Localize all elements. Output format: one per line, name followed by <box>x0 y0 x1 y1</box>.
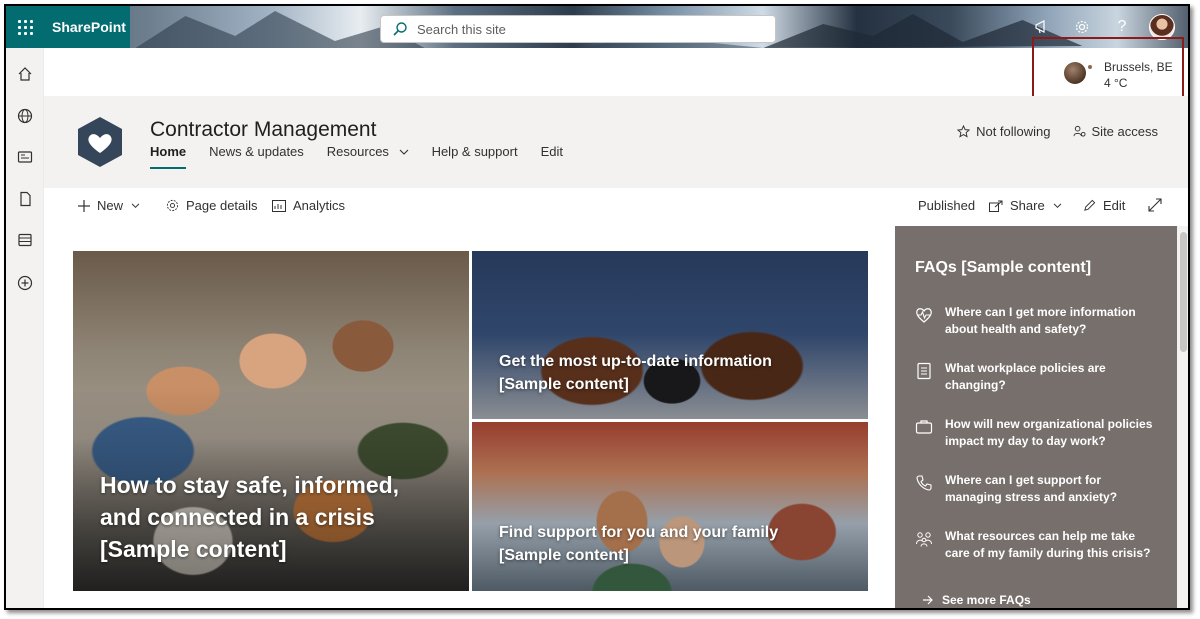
follow-button[interactable]: Not following <box>957 124 1051 139</box>
search-placeholder: Search this site <box>417 21 506 37</box>
browser-frame: SharePoint Search this site ? Brussels, … <box>4 4 1190 610</box>
hero-tile-info-title: Get the most up-to-date information [Sam… <box>499 353 772 393</box>
edit-button[interactable]: Edit <box>1083 198 1125 213</box>
follow-label: Not following <box>976 124 1051 139</box>
new-button[interactable]: New <box>78 198 147 213</box>
faq-panel: FAQs [Sample content] Where can I get mo… <box>895 226 1177 608</box>
left-app-bar <box>6 48 44 608</box>
plus-icon <box>78 199 90 212</box>
file-icon[interactable] <box>15 189 35 209</box>
faq-item[interactable]: Where can I get more information about h… <box>915 304 1155 338</box>
pencil-icon <box>1084 199 1096 211</box>
home-icon[interactable] <box>15 64 35 84</box>
published-status: Published <box>918 198 976 213</box>
weather-moon-icon <box>1064 62 1086 84</box>
faq-item-text: How will new organizational policies imp… <box>945 417 1153 448</box>
new-label: New <box>97 198 124 213</box>
search-input[interactable]: Search this site <box>380 15 776 43</box>
analytics-button[interactable]: Analytics <box>272 198 345 213</box>
nav-home[interactable]: Home <box>150 144 187 169</box>
edit-label: Edit <box>1103 198 1126 213</box>
site-logo-heart-icon[interactable] <box>76 116 124 168</box>
gear-icon <box>1075 20 1089 34</box>
site-header <box>44 96 1188 188</box>
nav-resources-label: Resources <box>326 144 389 159</box>
hero-tile-main-title: How to stay safe, informed, and connecte… <box>100 472 400 562</box>
see-more-label: See more FAQs <box>942 593 1031 607</box>
faq-item-text: Where can I get more information about h… <box>945 305 1136 336</box>
weather-strip <box>44 48 1188 96</box>
nav-help-support[interactable]: Help & support <box>432 144 518 165</box>
chevron-down-icon <box>399 149 408 155</box>
site-navigation: Home News & updates Resources Help & sup… <box>150 144 586 169</box>
chevron-down-icon <box>1053 203 1061 208</box>
news-icon[interactable] <box>15 147 35 167</box>
list-icon[interactable] <box>15 230 35 250</box>
app-name[interactable]: SharePoint <box>44 6 130 48</box>
waffle-icon <box>17 19 33 35</box>
document-list-icon <box>917 362 931 380</box>
arrow-right-icon <box>923 595 933 605</box>
weather-city: Brussels, BE <box>1104 60 1173 74</box>
faq-title: FAQs [Sample content] <box>915 259 1092 276</box>
suite-bar: SharePoint Search this site ? <box>6 6 1188 48</box>
hero-tile-family[interactable]: Find support for you and your family [Sa… <box>472 422 868 591</box>
family-icon <box>916 532 932 547</box>
weather-temperature: 4 °C <box>1104 76 1128 90</box>
expand-icon <box>1148 198 1162 212</box>
gear-icon <box>166 199 179 212</box>
megaphone-icon <box>1035 20 1045 34</box>
see-more-faqs-link[interactable]: See more FAQs <box>923 593 1031 607</box>
faq-item-text: What workplace policies are changing? <box>945 361 1106 392</box>
faq-item-text: What resources can help me take care of … <box>945 529 1151 560</box>
scrollbar-thumb[interactable] <box>1180 232 1187 352</box>
heart-monitor-icon <box>916 308 932 323</box>
expand-button[interactable] <box>1148 198 1169 212</box>
people-settings-icon <box>1072 125 1086 137</box>
site-access-button[interactable]: Site access <box>1072 124 1158 139</box>
nav-news-updates[interactable]: News & updates <box>209 144 304 165</box>
page-details-button[interactable]: Page details <box>166 198 258 213</box>
faq-item[interactable]: What workplace policies are changing? <box>915 360 1155 394</box>
app-launcher-button[interactable] <box>6 6 44 48</box>
faq-item[interactable]: Where can I get support for managing str… <box>915 472 1155 506</box>
site-title[interactable]: Contractor Management <box>150 118 376 142</box>
faq-item[interactable]: What resources can help me take care of … <box>915 528 1155 562</box>
share-button[interactable]: Share <box>989 198 1069 213</box>
create-icon[interactable] <box>15 273 35 293</box>
share-label: Share <box>1010 198 1045 213</box>
site-access-label: Site access <box>1091 124 1158 139</box>
globe-icon[interactable] <box>15 106 35 126</box>
faq-item[interactable]: How will new organizational policies imp… <box>915 416 1155 450</box>
page-details-label: Page details <box>186 198 258 213</box>
chevron-down-icon <box>131 203 140 208</box>
hero-tile-main[interactable]: How to stay safe, informed, and connecte… <box>73 251 469 591</box>
star-icon <box>957 125 971 138</box>
phone-icon <box>916 475 932 491</box>
help-icon: ? <box>1117 18 1127 35</box>
nav-edit[interactable]: Edit <box>541 144 563 165</box>
share-icon <box>989 200 1003 212</box>
faq-item-text: Where can I get support for managing str… <box>945 473 1118 504</box>
analytics-label: Analytics <box>293 198 346 213</box>
analytics-icon <box>272 199 286 212</box>
briefcase-icon <box>915 420 933 434</box>
nav-resources[interactable]: Resources <box>327 144 409 165</box>
search-icon <box>393 22 407 36</box>
hero-tile-family-title: Find support for you and your family [Sa… <box>499 524 779 564</box>
hero-tile-info[interactable]: Get the most up-to-date information [Sam… <box>472 251 868 419</box>
